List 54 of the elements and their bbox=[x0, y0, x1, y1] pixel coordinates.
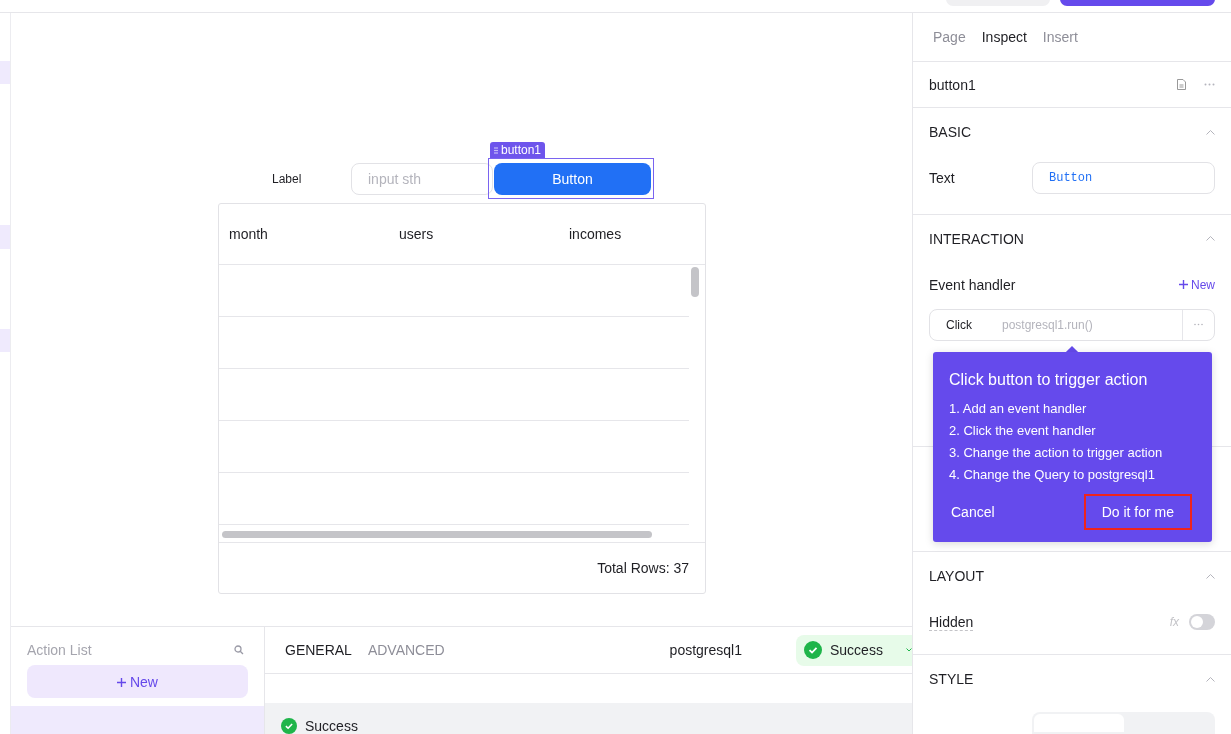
caret-icon[interactable] bbox=[1206, 236, 1215, 242]
new-handler-button[interactable]: New bbox=[1178, 277, 1215, 292]
column-header[interactable]: incomes bbox=[569, 226, 622, 242]
total-rows-text: Total Rows: 37 bbox=[597, 560, 689, 576]
new-action-button[interactable]: New bbox=[27, 665, 248, 698]
primary-button[interactable] bbox=[1060, 0, 1215, 6]
form-label: Label bbox=[272, 172, 302, 186]
caret-icon[interactable] bbox=[1206, 676, 1215, 682]
field-label: Text bbox=[929, 170, 955, 187]
scrollbar[interactable] bbox=[222, 531, 652, 538]
component-name: button1 bbox=[929, 76, 976, 93]
tab[interactable]: Insert bbox=[1042, 29, 1078, 45]
step-text: 1. Add an event handler bbox=[949, 400, 1088, 418]
search-icon[interactable] bbox=[234, 645, 244, 655]
column-header[interactable]: users bbox=[399, 226, 434, 242]
tab[interactable]: ADVANCED bbox=[367, 642, 445, 659]
caret-icon[interactable] bbox=[1206, 573, 1215, 579]
plus-icon bbox=[117, 677, 127, 687]
status-badge[interactable]: Success bbox=[796, 634, 912, 666]
canvas-button[interactable]: Button bbox=[494, 163, 651, 195]
section-title: STYLE bbox=[929, 671, 974, 687]
chevron-icon bbox=[906, 648, 912, 653]
input-field[interactable]: input sth bbox=[351, 163, 493, 195]
cancel-button[interactable]: Cancel bbox=[933, 494, 1013, 530]
caret-icon[interactable] bbox=[1206, 129, 1215, 135]
result-text: Success bbox=[305, 718, 358, 734]
component-tag[interactable]: button1 bbox=[490, 142, 546, 158]
column-header[interactable]: month bbox=[229, 226, 268, 242]
drag-handle-icon[interactable] bbox=[494, 147, 498, 154]
check-icon bbox=[281, 718, 297, 734]
document-icon[interactable] bbox=[1177, 79, 1186, 91]
do-it-button[interactable]: Do it for me bbox=[1083, 494, 1192, 530]
section-title: INTERACTION bbox=[929, 230, 1024, 247]
field-label: Event handler bbox=[929, 276, 1016, 293]
tab[interactable]: GENERAL bbox=[285, 642, 352, 659]
selection-frame[interactable] bbox=[488, 158, 654, 199]
step-text: 3. Change the action to trigger action bbox=[949, 444, 1164, 462]
tab[interactable]: Page bbox=[933, 29, 966, 45]
field-label: Hidden bbox=[929, 613, 974, 631]
event-handler-item[interactable]: Click postgresql1.run() bbox=[929, 308, 1215, 341]
toggle-switch[interactable] bbox=[1189, 614, 1215, 631]
section-title: BASIC bbox=[929, 124, 971, 141]
more-icon bbox=[1194, 323, 1203, 327]
step-text: 4. Change the Query to postgresql1 bbox=[949, 466, 1156, 484]
check-icon bbox=[804, 641, 822, 660]
section-title: LAYOUT bbox=[929, 568, 984, 585]
text-field[interactable]: Button bbox=[1032, 162, 1215, 195]
scrollbar[interactable] bbox=[691, 267, 699, 297]
tab[interactable]: Inspect bbox=[981, 29, 1027, 45]
step-text: 2. Click the event handler bbox=[949, 422, 1097, 440]
popover-title: Click button to trigger action bbox=[949, 371, 1149, 389]
plus-icon bbox=[1178, 279, 1188, 289]
panel-title: Action List bbox=[27, 642, 92, 658]
query-name: postgresql1 bbox=[669, 642, 742, 659]
